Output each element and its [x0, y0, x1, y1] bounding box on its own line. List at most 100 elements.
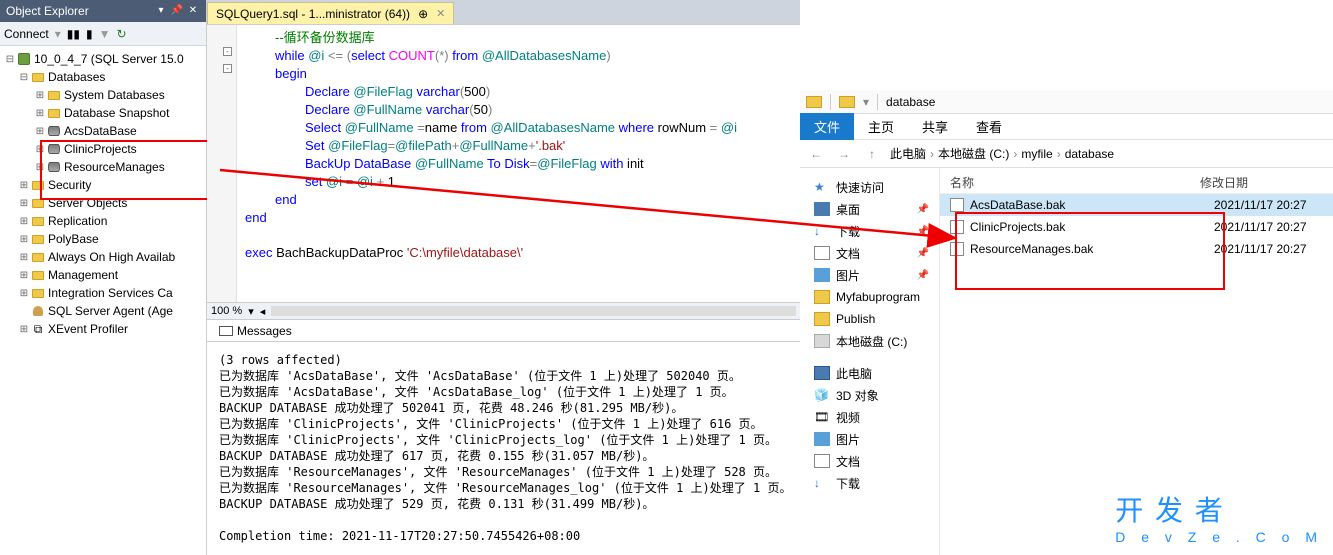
- back-button[interactable]: ←: [806, 144, 826, 164]
- ribbon-tab-file[interactable]: 文件: [800, 113, 854, 140]
- nav-publish[interactable]: Publish: [804, 308, 935, 330]
- folder-icon[interactable]: [806, 96, 822, 108]
- zoom-value[interactable]: 100 %: [211, 305, 242, 317]
- editor-file-tab[interactable]: SQLQuery1.sql - 1...ministrator (64)) ⊕ …: [207, 2, 454, 24]
- nav-pictures[interactable]: 图片📌: [804, 264, 935, 286]
- tree-polybase-node[interactable]: ⊞PolyBase: [0, 230, 206, 248]
- dropdown-icon[interactable]: ▾: [154, 4, 168, 18]
- horizontal-scrollbar[interactable]: [271, 306, 796, 316]
- folder-icon: [32, 253, 44, 262]
- fold-icon[interactable]: -: [223, 47, 232, 56]
- column-name[interactable]: 名称: [950, 174, 1200, 191]
- desktop-icon: [814, 202, 830, 216]
- results-tabs: Messages: [207, 320, 800, 342]
- up-button[interactable]: ↑: [862, 144, 882, 164]
- pin-icon: 📌: [917, 226, 929, 237]
- zoom-dropdown-icon[interactable]: ▾: [248, 305, 254, 318]
- object-explorer-tree: ⊟10_0_4_7 (SQL Server 15.0 ⊟Databases ⊞S…: [0, 46, 206, 342]
- code-editor[interactable]: - - --循环备份数据库 while @i <= (select COUNT(…: [207, 24, 800, 302]
- tree-xevent-node[interactable]: ⊞⧉XEvent Profiler: [0, 320, 206, 338]
- folder-icon: [32, 217, 44, 226]
- profiler-icon: ⧉: [34, 322, 43, 337]
- nav-video[interactable]: 🎞视频: [804, 406, 935, 428]
- video-icon: 🎞: [814, 410, 830, 424]
- folder-icon: [32, 235, 44, 244]
- agent-icon: [33, 306, 43, 316]
- ribbon-tab-home[interactable]: 主页: [854, 113, 908, 140]
- fold-icon[interactable]: -: [223, 64, 232, 73]
- scroll-left-icon[interactable]: ◂: [260, 305, 266, 318]
- code-text[interactable]: --循环备份数据库 while @i <= (select COUNT(*) f…: [237, 25, 737, 302]
- folder-icon: [32, 199, 44, 208]
- refresh-icon[interactable]: ↻: [116, 27, 126, 41]
- tree-databases-node[interactable]: ⊟Databases: [0, 68, 206, 86]
- tree-integration-node[interactable]: ⊞Integration Services Ca: [0, 284, 206, 302]
- nav-disk-c[interactable]: 本地磁盘 (C:): [804, 330, 935, 352]
- tree-management-node[interactable]: ⊞Management: [0, 266, 206, 284]
- folder-icon: [814, 312, 830, 326]
- connect-button[interactable]: Connect: [4, 27, 49, 41]
- forward-button[interactable]: →: [834, 144, 854, 164]
- file-explorer-window: ▾ database 文件 主页 共享 查看 ← → ↑ 此电脑›本地磁盘 (C…: [800, 90, 1333, 555]
- nav-documents[interactable]: 文档📌: [804, 242, 935, 264]
- toolbar-icon[interactable]: ▮: [86, 27, 93, 41]
- breadcrumb[interactable]: 此电脑›本地磁盘 (C:)›myfile›database: [890, 145, 1114, 162]
- nav-documents2[interactable]: 文档: [804, 450, 935, 472]
- ribbon-tab-share[interactable]: 共享: [908, 113, 962, 140]
- tree-server-objects-node[interactable]: ⊞Server Objects: [0, 194, 206, 212]
- nav-pictures2[interactable]: 图片: [804, 428, 935, 450]
- close-icon[interactable]: ✕: [186, 4, 200, 18]
- tree-acs-db-node[interactable]: ⊞AcsDataBase: [0, 122, 206, 140]
- folder-icon: [48, 109, 60, 118]
- folder-icon: [814, 290, 830, 304]
- tree-system-db-node[interactable]: ⊞System Databases: [0, 86, 206, 104]
- editor-panel: SQLQuery1.sql - 1...ministrator (64)) ⊕ …: [207, 0, 800, 555]
- tree-clinic-db-node[interactable]: ⊞ClinicProjects: [0, 140, 206, 158]
- download-icon: ↓: [814, 476, 830, 490]
- messages-tab[interactable]: Messages: [213, 322, 298, 340]
- tree-replication-node[interactable]: ⊞Replication: [0, 212, 206, 230]
- file-row[interactable]: AcsDataBase.bak2021/11/17 20:27: [940, 194, 1333, 216]
- file-icon: [950, 220, 964, 234]
- tree-security-node[interactable]: ⊞Security: [0, 176, 206, 194]
- pin-icon[interactable]: ⊕: [418, 7, 428, 21]
- nav-quick-access[interactable]: ★快速访问: [804, 176, 935, 198]
- messages-icon: [219, 326, 233, 336]
- file-row[interactable]: ResourceManages.bak2021/11/17 20:27: [940, 238, 1333, 260]
- tree-always-on-node[interactable]: ⊞Always On High Availab: [0, 248, 206, 266]
- pin-icon: 📌: [917, 270, 929, 281]
- pin-icon: 📌: [917, 204, 929, 215]
- database-icon: [48, 144, 60, 154]
- document-icon: [814, 454, 830, 468]
- document-icon: [814, 246, 830, 260]
- column-modified[interactable]: 修改日期: [1200, 174, 1248, 191]
- nav-downloads2[interactable]: ↓下载: [804, 472, 935, 494]
- watermark: 开 发 者 D e v Z e . C o M: [1115, 489, 1323, 545]
- window-title: database: [886, 95, 935, 109]
- tree-server-node[interactable]: ⊟10_0_4_7 (SQL Server 15.0: [0, 50, 206, 68]
- ribbon-tab-view[interactable]: 查看: [962, 113, 1016, 140]
- tree-sql-agent-node[interactable]: SQL Server Agent (Age: [0, 302, 206, 320]
- nav-myfabu[interactable]: Myfabuprogram: [804, 286, 935, 308]
- tree-resource-db-node[interactable]: ⊞ResourceManages: [0, 158, 206, 176]
- nav-desktop[interactable]: 桌面📌: [804, 198, 935, 220]
- nav-this-pc[interactable]: 此电脑: [804, 362, 935, 384]
- pin-icon[interactable]: 📌: [170, 4, 184, 18]
- messages-output[interactable]: (3 rows affected) 已为数据库 'AcsDataBase', 文…: [207, 342, 800, 554]
- folder-icon: [32, 181, 44, 190]
- pictures-icon: [814, 268, 830, 282]
- folder-icon[interactable]: [839, 96, 855, 108]
- object-explorer-title: Object Explorer: [6, 0, 89, 22]
- filter-icon[interactable]: ▼: [99, 27, 111, 41]
- file-explorer-quick-toolbar: ▾ database: [800, 90, 1333, 114]
- nav-3d[interactable]: 🧊3D 对象: [804, 384, 935, 406]
- file-icon: [950, 242, 964, 256]
- editor-tab-bar: SQLQuery1.sql - 1...ministrator (64)) ⊕ …: [207, 0, 800, 24]
- toolbar-icon[interactable]: ▮▮: [67, 27, 80, 41]
- nav-downloads[interactable]: ↓下载📌: [804, 220, 935, 242]
- file-row[interactable]: ClinicProjects.bak2021/11/17 20:27: [940, 216, 1333, 238]
- tree-db-snapshot-node[interactable]: ⊞Database Snapshot: [0, 104, 206, 122]
- file-list-header[interactable]: 名称 修改日期: [940, 172, 1333, 194]
- dropdown-icon[interactable]: ▾: [863, 95, 869, 109]
- close-icon[interactable]: ✕: [436, 7, 445, 20]
